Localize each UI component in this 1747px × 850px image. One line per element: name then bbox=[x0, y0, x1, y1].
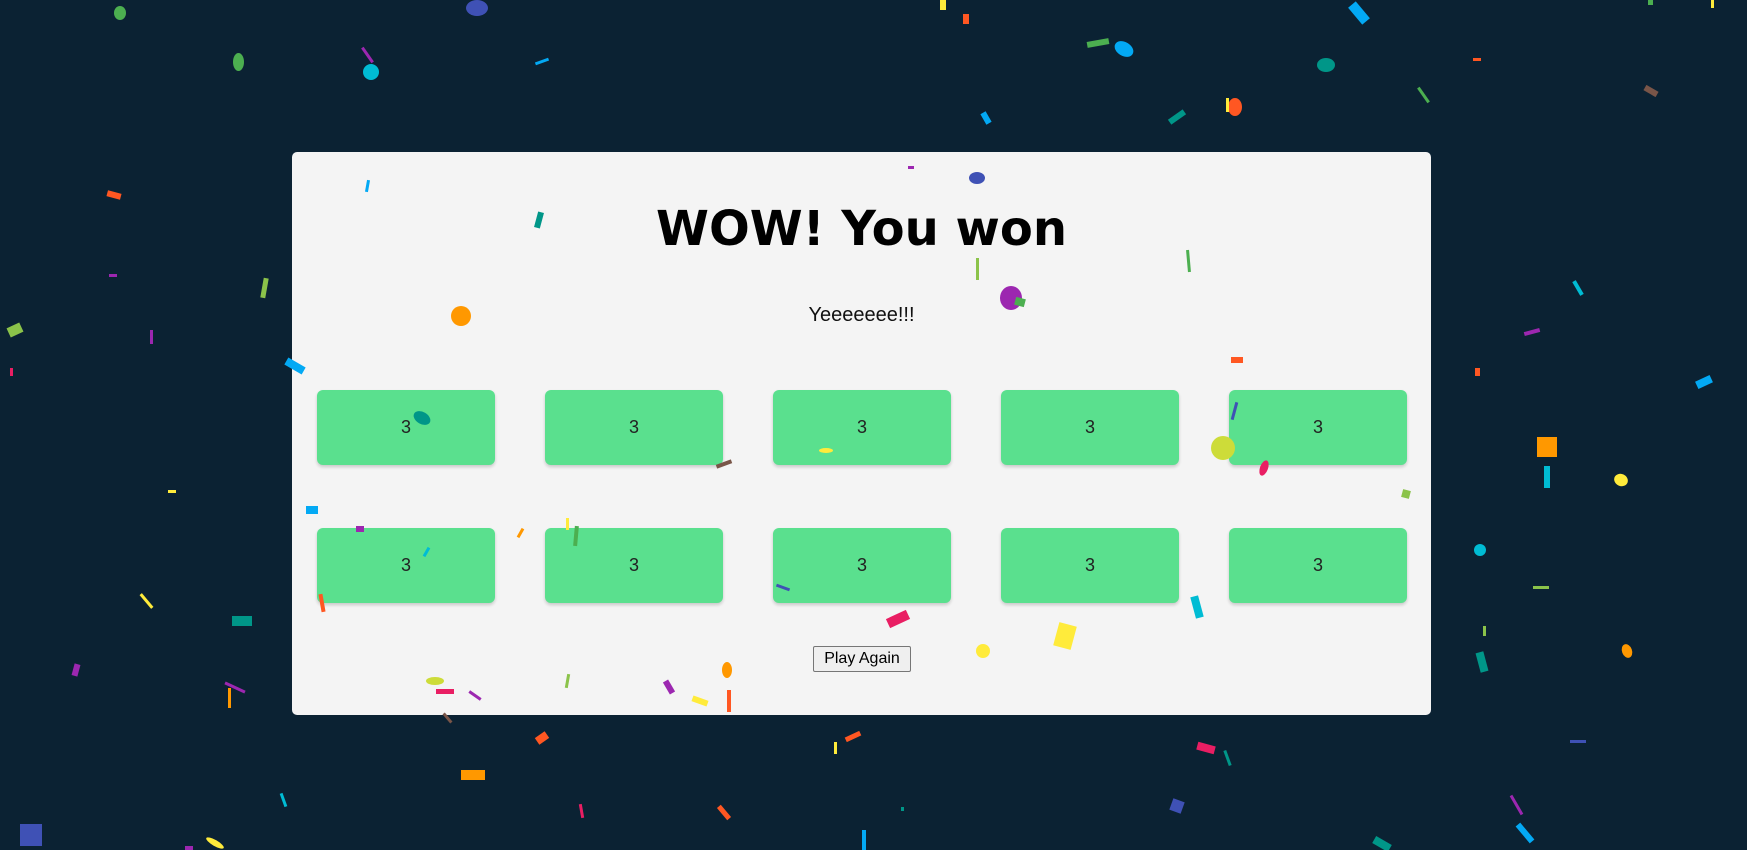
win-title: WOW! You won bbox=[656, 201, 1067, 257]
confetti-piece bbox=[71, 663, 81, 677]
confetti-piece bbox=[363, 64, 379, 80]
tile[interactable]: 3 bbox=[545, 528, 723, 603]
confetti-piece bbox=[1167, 109, 1187, 125]
confetti-piece bbox=[716, 804, 732, 821]
confetti-piece bbox=[1537, 437, 1557, 457]
confetti-piece bbox=[168, 490, 176, 493]
confetti-piece bbox=[1475, 368, 1480, 376]
confetti-piece bbox=[466, 0, 488, 16]
confetti-piece bbox=[1711, 0, 1714, 8]
confetti-piece bbox=[139, 593, 154, 609]
confetti-piece bbox=[1196, 741, 1216, 755]
confetti-piece bbox=[1483, 626, 1486, 636]
win-panel: WOW! You won Yeeeeeee!!! 3 3 3 3 3 3 3 3… bbox=[292, 152, 1431, 715]
confetti-piece bbox=[114, 6, 126, 20]
tile-row-1: 3 3 3 3 3 bbox=[317, 390, 1407, 465]
confetti-piece bbox=[901, 807, 904, 811]
confetti-piece bbox=[20, 824, 42, 846]
confetti-piece bbox=[232, 616, 252, 626]
confetti-piece bbox=[228, 688, 231, 708]
tile[interactable]: 3 bbox=[1001, 390, 1179, 465]
confetti-piece bbox=[980, 111, 992, 125]
confetti-piece bbox=[1473, 58, 1481, 61]
tile[interactable]: 3 bbox=[773, 390, 951, 465]
confetti-piece bbox=[1111, 37, 1137, 61]
confetti-piece bbox=[534, 731, 550, 745]
confetti-piece bbox=[6, 322, 24, 338]
confetti-piece bbox=[1509, 794, 1524, 816]
confetti-piece bbox=[150, 330, 153, 344]
tile[interactable]: 3 bbox=[545, 390, 723, 465]
confetti-piece bbox=[578, 803, 585, 819]
confetti-piece bbox=[109, 274, 117, 277]
confetti-piece bbox=[1169, 798, 1185, 814]
confetti-piece bbox=[862, 830, 866, 850]
confetti-piece bbox=[1570, 740, 1586, 743]
confetti-piece bbox=[1533, 586, 1549, 589]
confetti-piece bbox=[361, 46, 374, 64]
confetti-piece bbox=[1474, 544, 1486, 556]
confetti-piece bbox=[940, 0, 946, 10]
confetti-piece bbox=[1648, 0, 1653, 5]
tile[interactable]: 3 bbox=[317, 528, 495, 603]
confetti-piece bbox=[1317, 58, 1335, 72]
tile[interactable]: 3 bbox=[317, 390, 495, 465]
confetti-piece bbox=[461, 770, 485, 780]
confetti-piece bbox=[1515, 822, 1535, 844]
play-again-button[interactable]: Play Again bbox=[813, 646, 911, 672]
confetti-piece bbox=[1348, 1, 1370, 25]
confetti-piece bbox=[233, 53, 244, 71]
confetti-piece bbox=[1695, 374, 1713, 390]
confetti-piece bbox=[204, 835, 226, 850]
confetti-piece bbox=[1612, 471, 1630, 489]
confetti-piece bbox=[1643, 84, 1659, 98]
confetti-piece bbox=[185, 846, 193, 850]
confetti-piece bbox=[224, 681, 246, 694]
confetti-piece bbox=[963, 14, 969, 24]
confetti-piece bbox=[834, 742, 837, 754]
confetti-piece bbox=[844, 730, 862, 743]
confetti-piece bbox=[1523, 327, 1541, 337]
confetti-piece bbox=[1086, 38, 1110, 48]
confetti-piece bbox=[279, 792, 288, 808]
confetti-piece bbox=[1417, 86, 1430, 104]
tile[interactable]: 3 bbox=[1229, 390, 1407, 465]
confetti-piece bbox=[1572, 280, 1584, 296]
confetti-piece bbox=[1226, 98, 1229, 112]
tile[interactable]: 3 bbox=[1229, 528, 1407, 603]
confetti-piece bbox=[10, 368, 13, 376]
confetti-piece bbox=[106, 190, 122, 200]
tile-grid: 3 3 3 3 3 3 3 3 3 3 bbox=[317, 390, 1407, 666]
confetti-piece bbox=[1475, 651, 1489, 673]
confetti-piece bbox=[1372, 836, 1392, 850]
game-screen: WOW! You won Yeeeeeee!!! 3 3 3 3 3 3 3 3… bbox=[0, 0, 1747, 850]
tile-row-2: 3 3 3 3 3 bbox=[317, 528, 1407, 603]
confetti-piece bbox=[534, 57, 550, 66]
tile[interactable]: 3 bbox=[1001, 528, 1179, 603]
confetti-piece bbox=[1228, 98, 1242, 116]
confetti-piece bbox=[1619, 642, 1635, 660]
confetti-piece bbox=[1544, 466, 1550, 488]
tile[interactable]: 3 bbox=[773, 528, 951, 603]
confetti-piece bbox=[1223, 749, 1232, 767]
confetti-piece bbox=[260, 277, 269, 299]
win-subtitle: Yeeeeeee!!! bbox=[808, 304, 915, 326]
